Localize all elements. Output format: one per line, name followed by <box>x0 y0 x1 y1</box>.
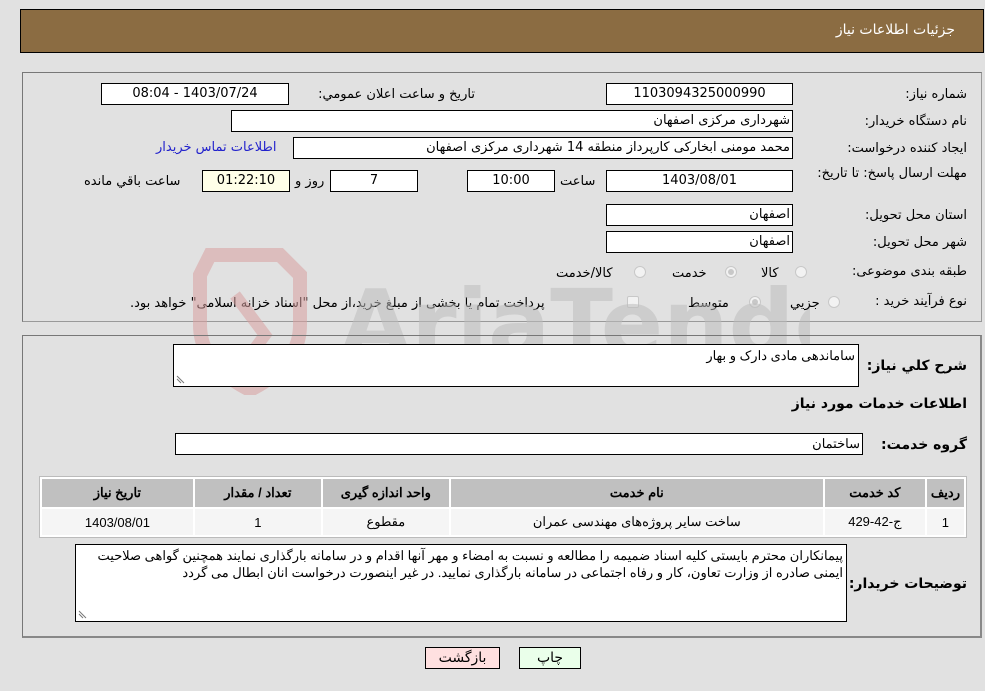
cell-unit: مقطوع <box>322 509 449 535</box>
col-need-date: تاريخ نياز <box>42 479 193 507</box>
cell-service-code: ج-42-429 <box>824 509 925 535</box>
category-option-service: خدمت <box>672 266 707 281</box>
category-radio-service[interactable] <box>725 266 737 278</box>
service-group-label: گروه خدمت: <box>881 437 967 453</box>
services-table: رديف کد خدمت نام خدمت واحد اندازه گيری ت… <box>39 476 967 538</box>
col-quantity: تعداد / مقدار <box>194 479 321 507</box>
purchase-type-label: نوع فرآيند خريد : <box>875 294 967 309</box>
back-button[interactable]: بازگشت <box>425 647 500 669</box>
remaining-time-field: 01:22:10 <box>202 170 290 192</box>
deadline-days-field: 7 <box>330 170 418 192</box>
deadline-time-label: ساعت <box>560 174 596 189</box>
buyer-contact-link[interactable]: اطلاعات تماس خريدار <box>156 140 276 155</box>
table-header-row: رديف کد خدمت نام خدمت واحد اندازه گيری ت… <box>42 479 964 507</box>
category-label: طبقه بندی موضوعی: <box>851 264 967 279</box>
category-radio-goods-service[interactable] <box>634 266 646 278</box>
cell-quantity: 1 <box>194 509 321 535</box>
description-label: شرح کلي نياز: <box>866 358 967 374</box>
requester-field: محمد مومنی ابخارکی کارپرداز منطقه 14 شهر… <box>293 137 793 159</box>
city-field: اصفهان <box>606 231 793 253</box>
days-label: روز و <box>295 174 325 189</box>
buyer-notes-label: توضيحات خريدار: <box>848 576 967 592</box>
announce-datetime-label: تاریخ و ساعت اعلان عمومي: <box>318 87 475 102</box>
page-title: جزئیات اطلاعات نیاز <box>835 22 955 38</box>
services-heading: اطلاعات خدمات مورد نياز <box>791 396 967 412</box>
need-number-field: 1103094325000990 <box>606 83 793 105</box>
resize-grip-icon[interactable] <box>78 610 87 619</box>
cell-need-date: 1403/08/01 <box>42 509 193 535</box>
service-group-field: ساختمان <box>175 433 863 455</box>
purchase-radio-minor[interactable] <box>828 296 840 308</box>
city-label: شهر محل تحويل: <box>872 235 967 250</box>
cell-service-name: ساخت سایر پروژه‌های مهندسی عمران <box>450 509 823 535</box>
need-number-label: شماره نیاز: <box>905 87 967 102</box>
treasury-checkbox[interactable] <box>627 296 639 308</box>
category-option-goods-service: کالا/خدمت <box>556 266 613 281</box>
province-label: استان محل تحويل: <box>865 208 967 223</box>
buyer-org-field: شهرداری مرکزی اصفهان <box>231 110 793 132</box>
col-service-code: کد خدمت <box>824 479 925 507</box>
purchase-option-minor: جزيي <box>790 296 820 311</box>
treasury-checkbox-label: پرداخت تمام يا بخشی از مبلغ خريد،از محل … <box>130 296 545 311</box>
remaining-label: ساعت باقي مانده <box>84 174 181 189</box>
deadline-label: مهلت ارسال پاسخ: تا تاریخ: <box>817 166 967 181</box>
description-text: ساماندهی مادی دارک و بهار <box>706 348 855 363</box>
buyer-notes-textarea[interactable]: پیمانکاران محترم بایستی کلیه اسناد ضمیمه… <box>75 544 847 622</box>
table-row: 1 ج-42-429 ساخت سایر پروژه‌های مهندسی عم… <box>42 509 964 535</box>
purchase-option-medium: متوسط <box>688 296 729 311</box>
announce-datetime-field: 1403/07/24 - 08:04 <box>101 83 289 105</box>
deadline-date-field: 1403/08/01 <box>606 170 793 192</box>
col-row-number: رديف <box>926 479 964 507</box>
print-button[interactable]: چاپ <box>519 647 581 669</box>
col-unit: واحد اندازه گيری <box>322 479 449 507</box>
buyer-notes-text: پیمانکاران محترم بایستی کلیه اسناد ضمیمه… <box>97 548 843 580</box>
buyer-org-label: نام دستگاه خريدار: <box>864 114 967 129</box>
col-service-name: نام خدمت <box>450 479 823 507</box>
category-option-goods: کالا <box>761 266 779 281</box>
deadline-time-field: 10:00 <box>467 170 555 192</box>
page-header: جزئیات اطلاعات نیاز <box>20 9 984 53</box>
description-textarea[interactable]: ساماندهی مادی دارک و بهار <box>173 344 859 387</box>
category-radio-goods[interactable] <box>795 266 807 278</box>
purchase-radio-medium[interactable] <box>749 296 761 308</box>
resize-grip-icon[interactable] <box>176 375 185 384</box>
requester-label: ايجاد کننده درخواست: <box>847 141 967 156</box>
cell-row-number: 1 <box>926 509 964 535</box>
province-field: اصفهان <box>606 204 793 226</box>
